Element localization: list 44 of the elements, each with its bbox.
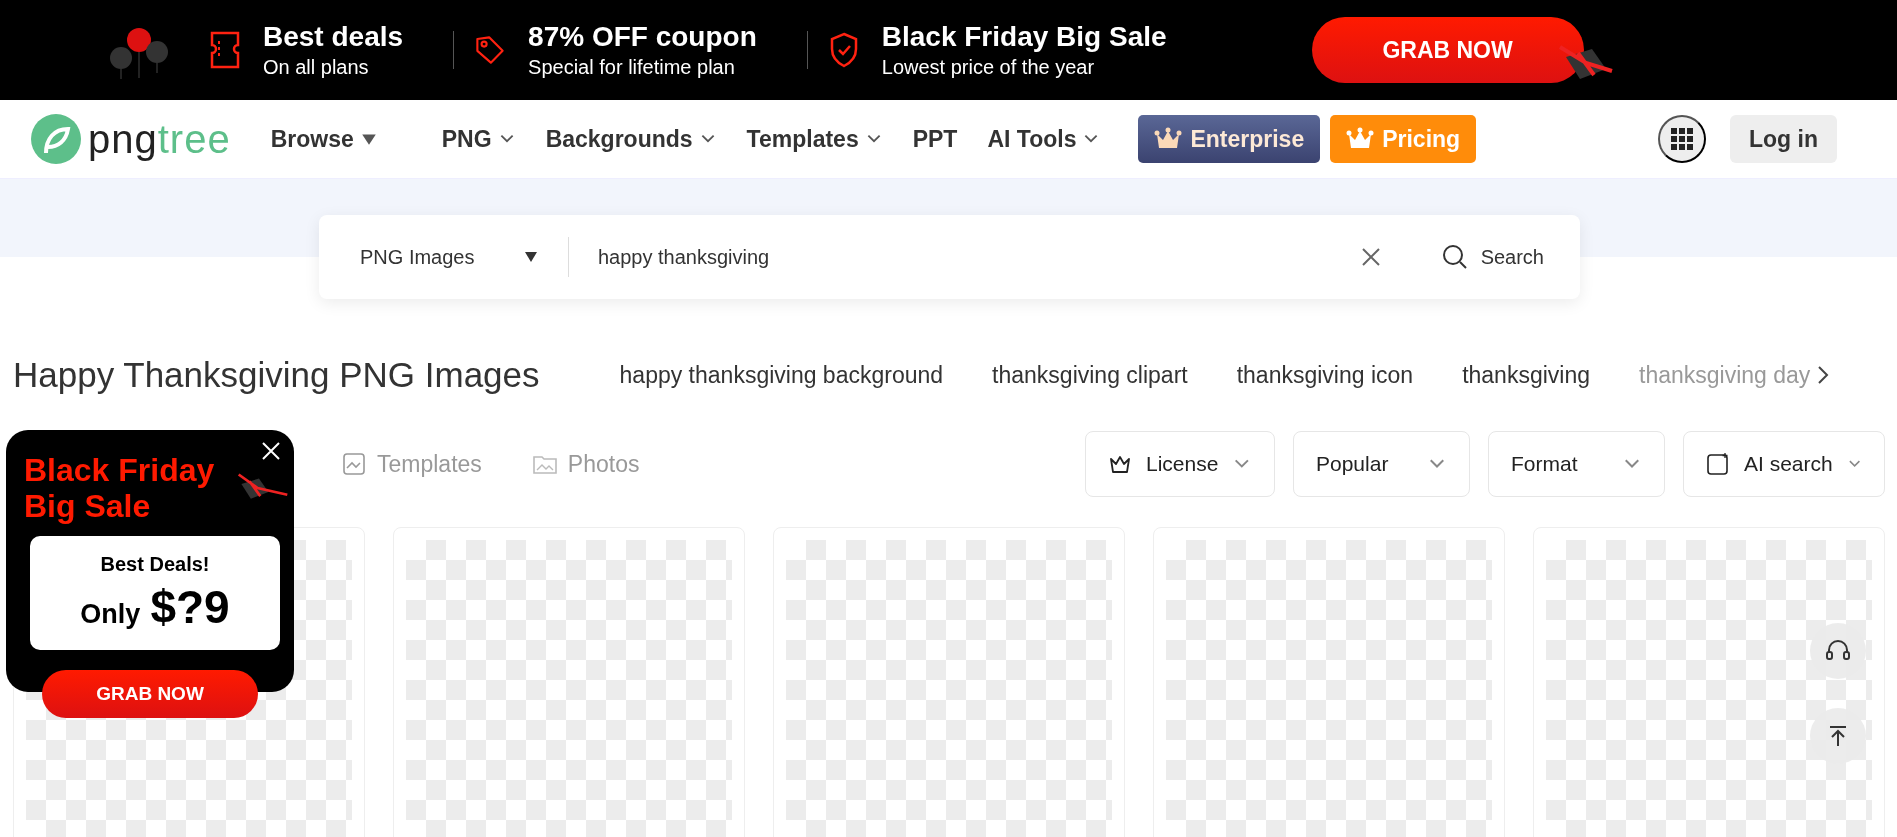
page-title: Happy Thanksgiving PNG Images — [13, 355, 540, 395]
related-search-link[interactable]: thanksgiving clipart — [992, 361, 1188, 389]
related-search-link[interactable]: thanksgiving — [1462, 361, 1590, 389]
nav-menu-item[interactable]: Templates — [746, 125, 883, 153]
promo-title: Black Friday Big Sale — [881, 20, 1167, 54]
ticket-icon — [209, 31, 241, 69]
promo-title: 87% OFF coupon — [528, 20, 757, 54]
search-field[interactable]: happy thanksgiving — [569, 244, 1359, 270]
filter-dropdown[interactable]: AI search — [1683, 431, 1885, 497]
enterprise-button[interactable]: Enterprise — [1138, 115, 1321, 163]
login-button[interactable]: Log in — [1730, 115, 1837, 163]
related-search-link[interactable]: happy thanksgiving background — [619, 361, 944, 389]
apps-grid-button[interactable] — [1658, 115, 1706, 163]
promo-subtitle: Lowest price of the year — [881, 55, 1096, 80]
template-icon — [341, 451, 367, 477]
ai-sparkle-icon — [1706, 452, 1730, 476]
search-icon — [1440, 243, 1469, 271]
nav-menu-item[interactable]: PNG — [441, 125, 516, 153]
nav-menu-item[interactable]: Backgrounds — [545, 125, 717, 153]
nav-menu-item[interactable]: PPT — [912, 125, 958, 153]
crown-icon — [1346, 127, 1375, 151]
grab-now-button[interactable]: GRAB NOW — [1311, 17, 1584, 83]
close-icon[interactable] — [260, 440, 282, 462]
price: $?9 — [150, 579, 230, 634]
dropdown-triangle-icon — [524, 251, 538, 263]
filter-dropdown[interactable]: Format — [1488, 431, 1665, 497]
promo-title: Best deals — [263, 20, 404, 54]
search-button[interactable]: Search — [1434, 242, 1550, 272]
nav-menu-item[interactable]: AI Tools — [987, 125, 1101, 153]
filter-dropdown[interactable]: Popular — [1293, 431, 1470, 497]
promo-subtitle: On all plans — [263, 55, 370, 80]
logo-wordmark[interactable]: pngtree — [88, 116, 231, 162]
price-prefix: Only — [80, 598, 141, 630]
crown-icon — [1154, 127, 1183, 151]
grab-now-button[interactable]: GRAB NOW — [42, 670, 258, 718]
grid-icon — [1671, 128, 1693, 150]
nav-menu-item[interactable]: Browse — [270, 125, 378, 153]
related-search-link[interactable]: thanksgiving icon — [1236, 361, 1414, 389]
leaf-logo-icon — [30, 113, 82, 165]
filter-dropdown[interactable]: License — [1085, 431, 1275, 497]
category-dropdown[interactable]: PNG Images — [319, 237, 569, 277]
promo-subtitle: Special for lifetime plan — [528, 55, 736, 80]
deal-label: Best Deals! — [100, 552, 210, 576]
popup-title: Black Friday Big Sale — [24, 452, 216, 524]
